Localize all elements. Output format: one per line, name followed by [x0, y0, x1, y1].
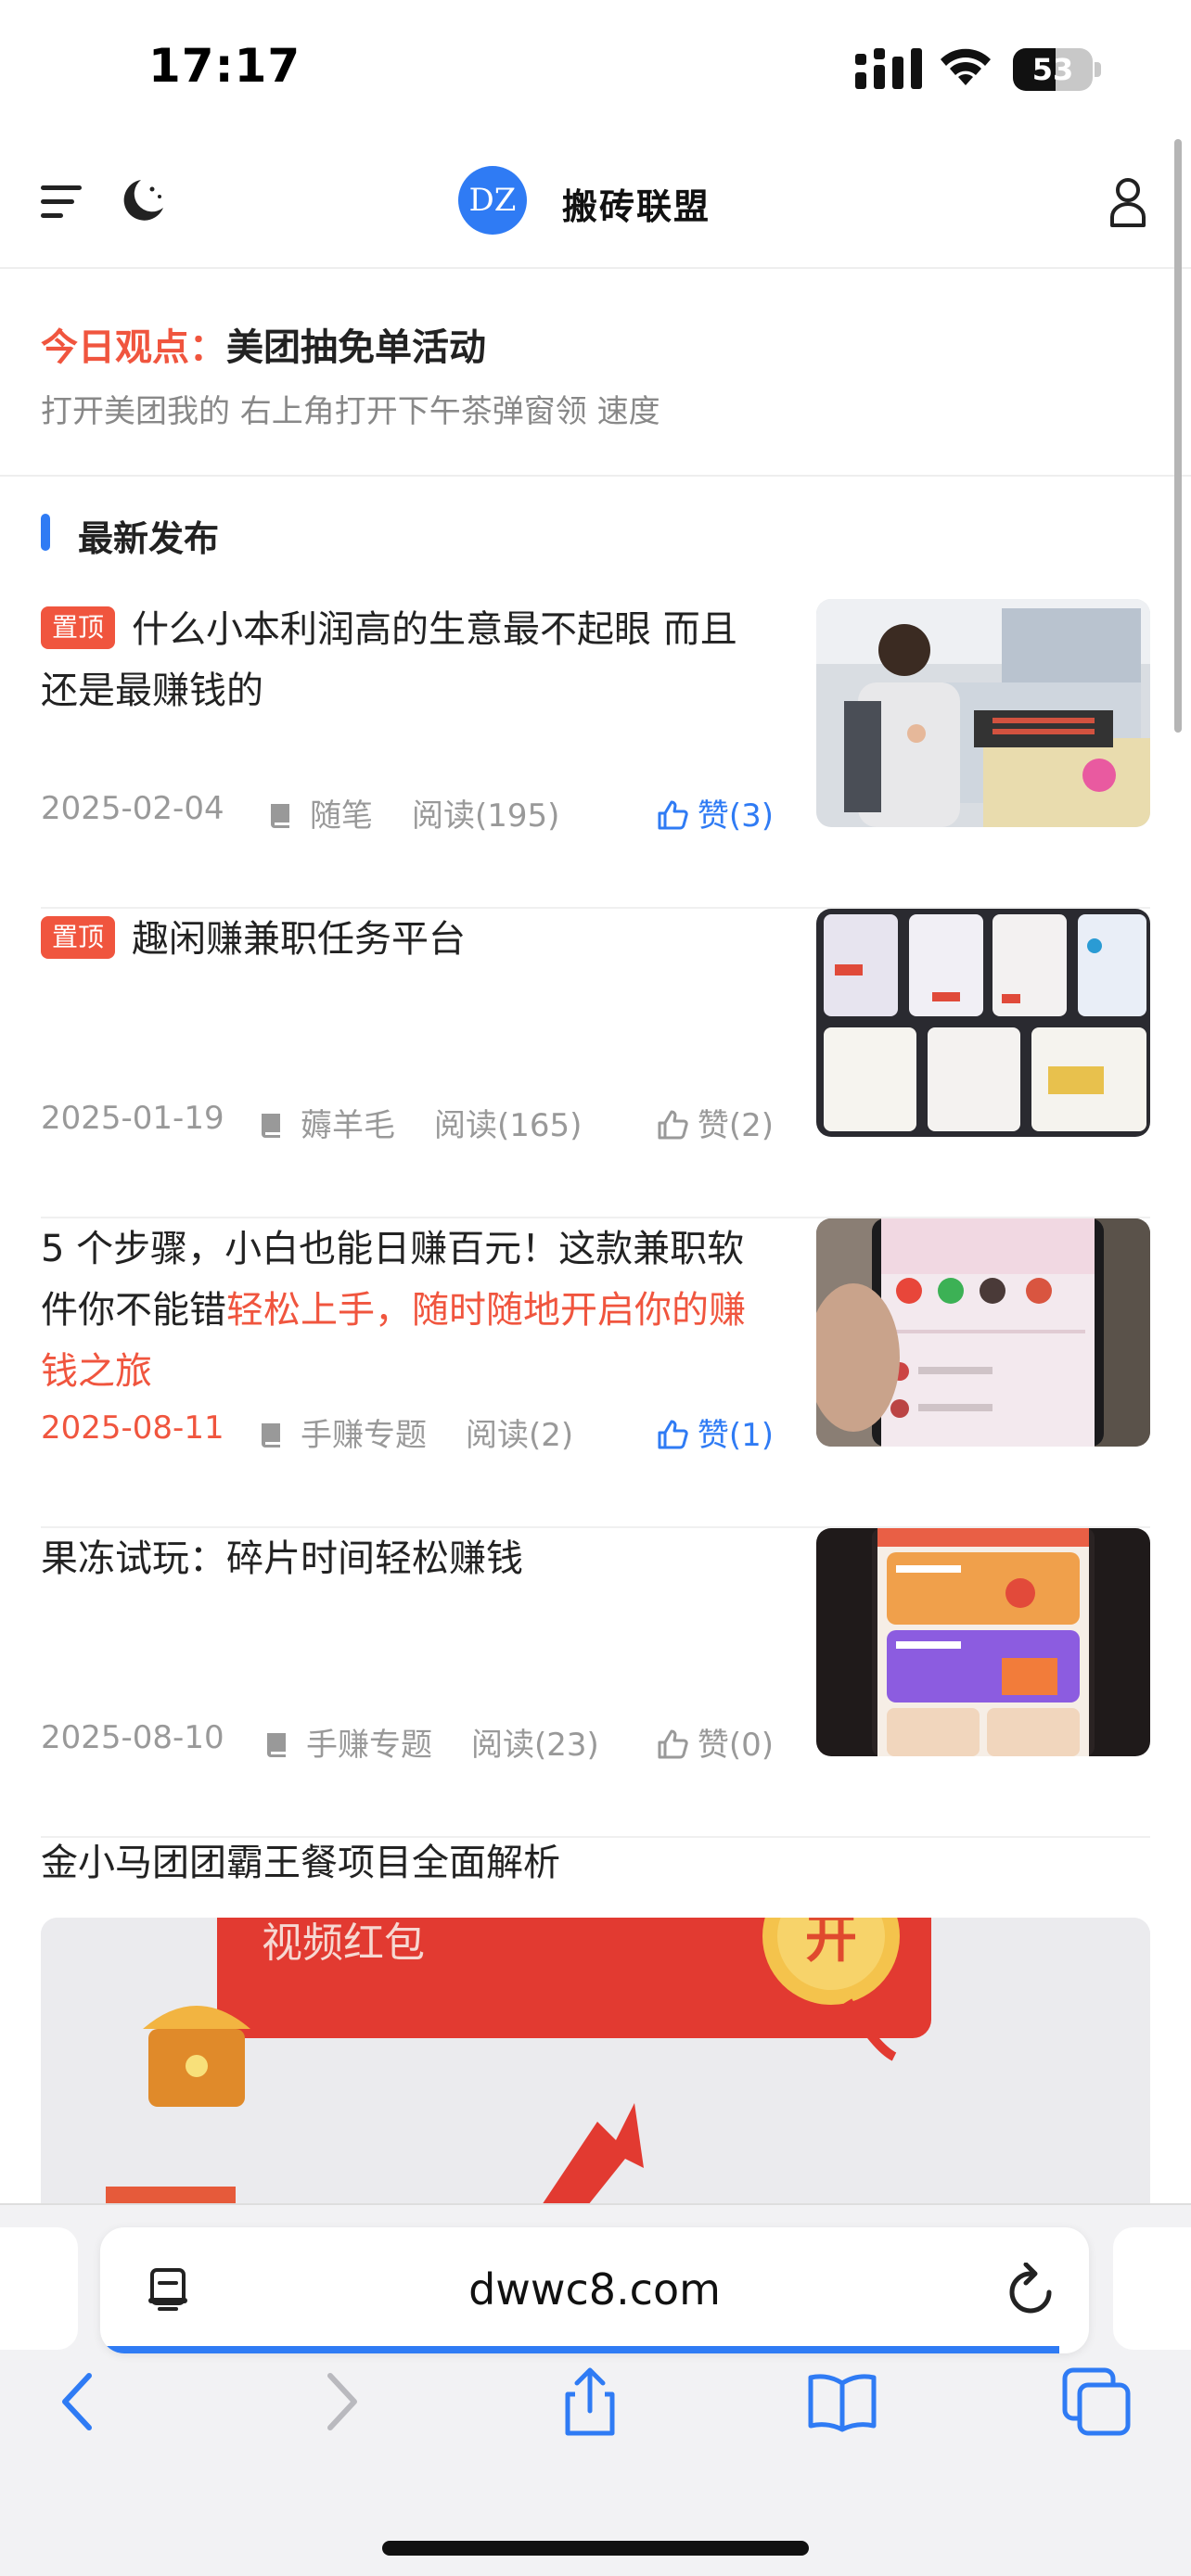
article-reads: 阅读(23): [471, 1727, 599, 1764]
home-indicator[interactable]: [382, 2541, 809, 2556]
today-label: 今日观点：: [41, 326, 226, 369]
like-button[interactable]: 赞(2): [657, 1100, 774, 1145]
article-item[interactable]: 置顶 什么小本利润高的生意最不起眼 而且还是最赚钱的 2025-02-04 随笔 …: [41, 599, 1150, 909]
back-icon[interactable]: [43, 2365, 117, 2439]
like-count: 赞(3): [697, 797, 774, 835]
site-name[interactable]: 搬砖联盟: [562, 178, 711, 229]
article-meta: 2025-01-19 薅羊毛 阅读(165) 赞(2): [41, 1100, 774, 1146]
today-headline[interactable]: 今日观点：美团抽免单活动: [41, 317, 486, 371]
image-badge: 开: [805, 1918, 857, 1970]
scrollbar-thumb[interactable]: [1174, 139, 1182, 733]
thumbs-up-icon: [658, 800, 688, 830]
book-icon: [262, 1423, 280, 1447]
article-title-text: 果冻试玩：碎片时间轻松赚钱: [41, 1537, 523, 1580]
article-category-label: 薅羊毛: [301, 1107, 395, 1144]
like-button[interactable]: 赞(1): [657, 1409, 774, 1455]
article-thumbnail[interactable]: [816, 909, 1150, 1137]
address-bar[interactable]: dwwc8.com: [100, 2227, 1089, 2353]
article-reads: 阅读(165): [434, 1107, 583, 1144]
article-date: 2025-08-11: [41, 1409, 224, 1447]
thumbs-up-icon: [658, 1420, 688, 1449]
site-logo[interactable]: DZ: [458, 166, 527, 235]
article-title[interactable]: 置顶 什么小本利润高的生意最不起眼 而且还是最赚钱的: [41, 599, 774, 721]
article-category[interactable]: 手赚专题: [265, 1719, 432, 1765]
article-date: 2025-08-10: [41, 1719, 224, 1756]
article-date: 2025-02-04: [41, 790, 224, 827]
article-category-label: 随笔: [310, 797, 373, 835]
section-title: 最新发布: [78, 518, 220, 559]
status-bar: 17:17 53: [0, 0, 1191, 139]
article-reads: 阅读(2): [466, 1417, 574, 1454]
menu-icon[interactable]: [41, 182, 85, 223]
article-thumbnail[interactable]: [816, 1218, 1150, 1447]
today-title: 美团抽免单活动: [226, 326, 486, 369]
address-url[interactable]: dwwc8.com: [100, 2264, 1089, 2315]
article-item[interactable]: 5 个步骤，小白也能日赚百元！这款兼职软件你不能错轻松上手，随时随地开启你的赚钱…: [41, 1218, 1150, 1528]
article-category[interactable]: 手赚专题: [260, 1409, 427, 1455]
article-item[interactable]: 果冻试玩：碎片时间轻松赚钱 2025-08-10 手赚专题 阅读(23) 赞(0…: [41, 1528, 1150, 1838]
article-title-text: 趣闲赚兼职任务平台: [132, 918, 467, 961]
article-title[interactable]: 5 个步骤，小白也能日赚百元！这款兼职软件你不能错轻松上手，随时随地开启你的赚钱…: [41, 1218, 774, 1402]
article-title[interactable]: 置顶 趣闲赚兼职任务平台: [41, 909, 774, 970]
book-icon: [271, 804, 289, 828]
article-date: 2025-01-19: [41, 1100, 224, 1137]
wifi-icon: [941, 48, 991, 85]
like-button[interactable]: 赞(0): [657, 1719, 774, 1765]
article-reads: 阅读(195): [412, 797, 560, 835]
article-title-text: 什么小本利润高的生意最不起眼 而且还是最赚钱的: [41, 608, 737, 712]
tabs-icon[interactable]: [1059, 2365, 1133, 2439]
like-button[interactable]: 赞(3): [657, 790, 774, 835]
moon-icon[interactable]: [121, 176, 167, 224]
today-viewpoint[interactable]: 今日观点：美团抽免单活动 打开美团我的 右上角打开下午茶弹窗领 速度: [0, 269, 1191, 477]
article-category[interactable]: 随笔: [269, 790, 373, 835]
thumbs-up-icon: [658, 1110, 688, 1140]
article-category[interactable]: 薅羊毛: [260, 1100, 395, 1145]
previous-tab-preview[interactable]: [0, 2227, 78, 2350]
page-load-progress: [100, 2346, 1060, 2353]
next-tab-preview[interactable]: [1113, 2227, 1191, 2350]
article-category-label: 手赚专题: [301, 1417, 427, 1454]
like-count: 赞(0): [697, 1727, 774, 1764]
article-thumbnail[interactable]: [816, 599, 1150, 827]
section-accent-bar: [41, 514, 50, 551]
book-icon: [267, 1733, 286, 1757]
article-meta: 2025-02-04 随笔 阅读(195) 赞(3): [41, 790, 774, 836]
like-count: 赞(1): [697, 1417, 774, 1454]
like-count: 赞(2): [697, 1107, 774, 1144]
battery-level: 53: [1031, 52, 1074, 87]
book-icon: [262, 1114, 280, 1138]
user-icon[interactable]: [1109, 176, 1146, 228]
article-item[interactable]: 置顶 趣闲赚兼职任务平台 2025-01-19 薅羊毛 阅读(165) 赞(2): [41, 909, 1150, 1218]
today-description: 打开美团我的 右上角打开下午茶弹窗领 速度: [41, 393, 660, 430]
reload-icon[interactable]: [1005, 2263, 1056, 2318]
image-caption: 视频红包: [262, 1919, 425, 1967]
article-category-label: 手赚专题: [306, 1727, 432, 1764]
forward-icon[interactable]: [302, 2365, 377, 2439]
article-meta: 2025-08-11 手赚专题 阅读(2) 赞(1): [41, 1409, 774, 1456]
article-title[interactable]: 金小马团团霸王餐项目全面解析: [41, 1832, 560, 1886]
article-title[interactable]: 果冻试玩：碎片时间轻松赚钱: [41, 1528, 774, 1589]
pinned-badge: 置顶: [41, 916, 116, 959]
pinned-badge: 置顶: [41, 606, 116, 649]
thumbs-up-icon: [658, 1729, 688, 1759]
battery-icon: 53: [1013, 48, 1102, 91]
share-icon[interactable]: [553, 2365, 627, 2439]
article-thumbnail[interactable]: [816, 1528, 1150, 1756]
status-time: 17:17: [148, 39, 301, 93]
cellular-signal-icon: [855, 48, 922, 89]
article-cover-image[interactable]: 视频红包 开: [41, 1918, 1150, 2205]
site-header: DZ 搬砖联盟: [0, 139, 1191, 269]
bookmarks-icon[interactable]: [805, 2365, 879, 2439]
article-meta: 2025-08-10 手赚专题 阅读(23) 赞(0): [41, 1719, 774, 1766]
